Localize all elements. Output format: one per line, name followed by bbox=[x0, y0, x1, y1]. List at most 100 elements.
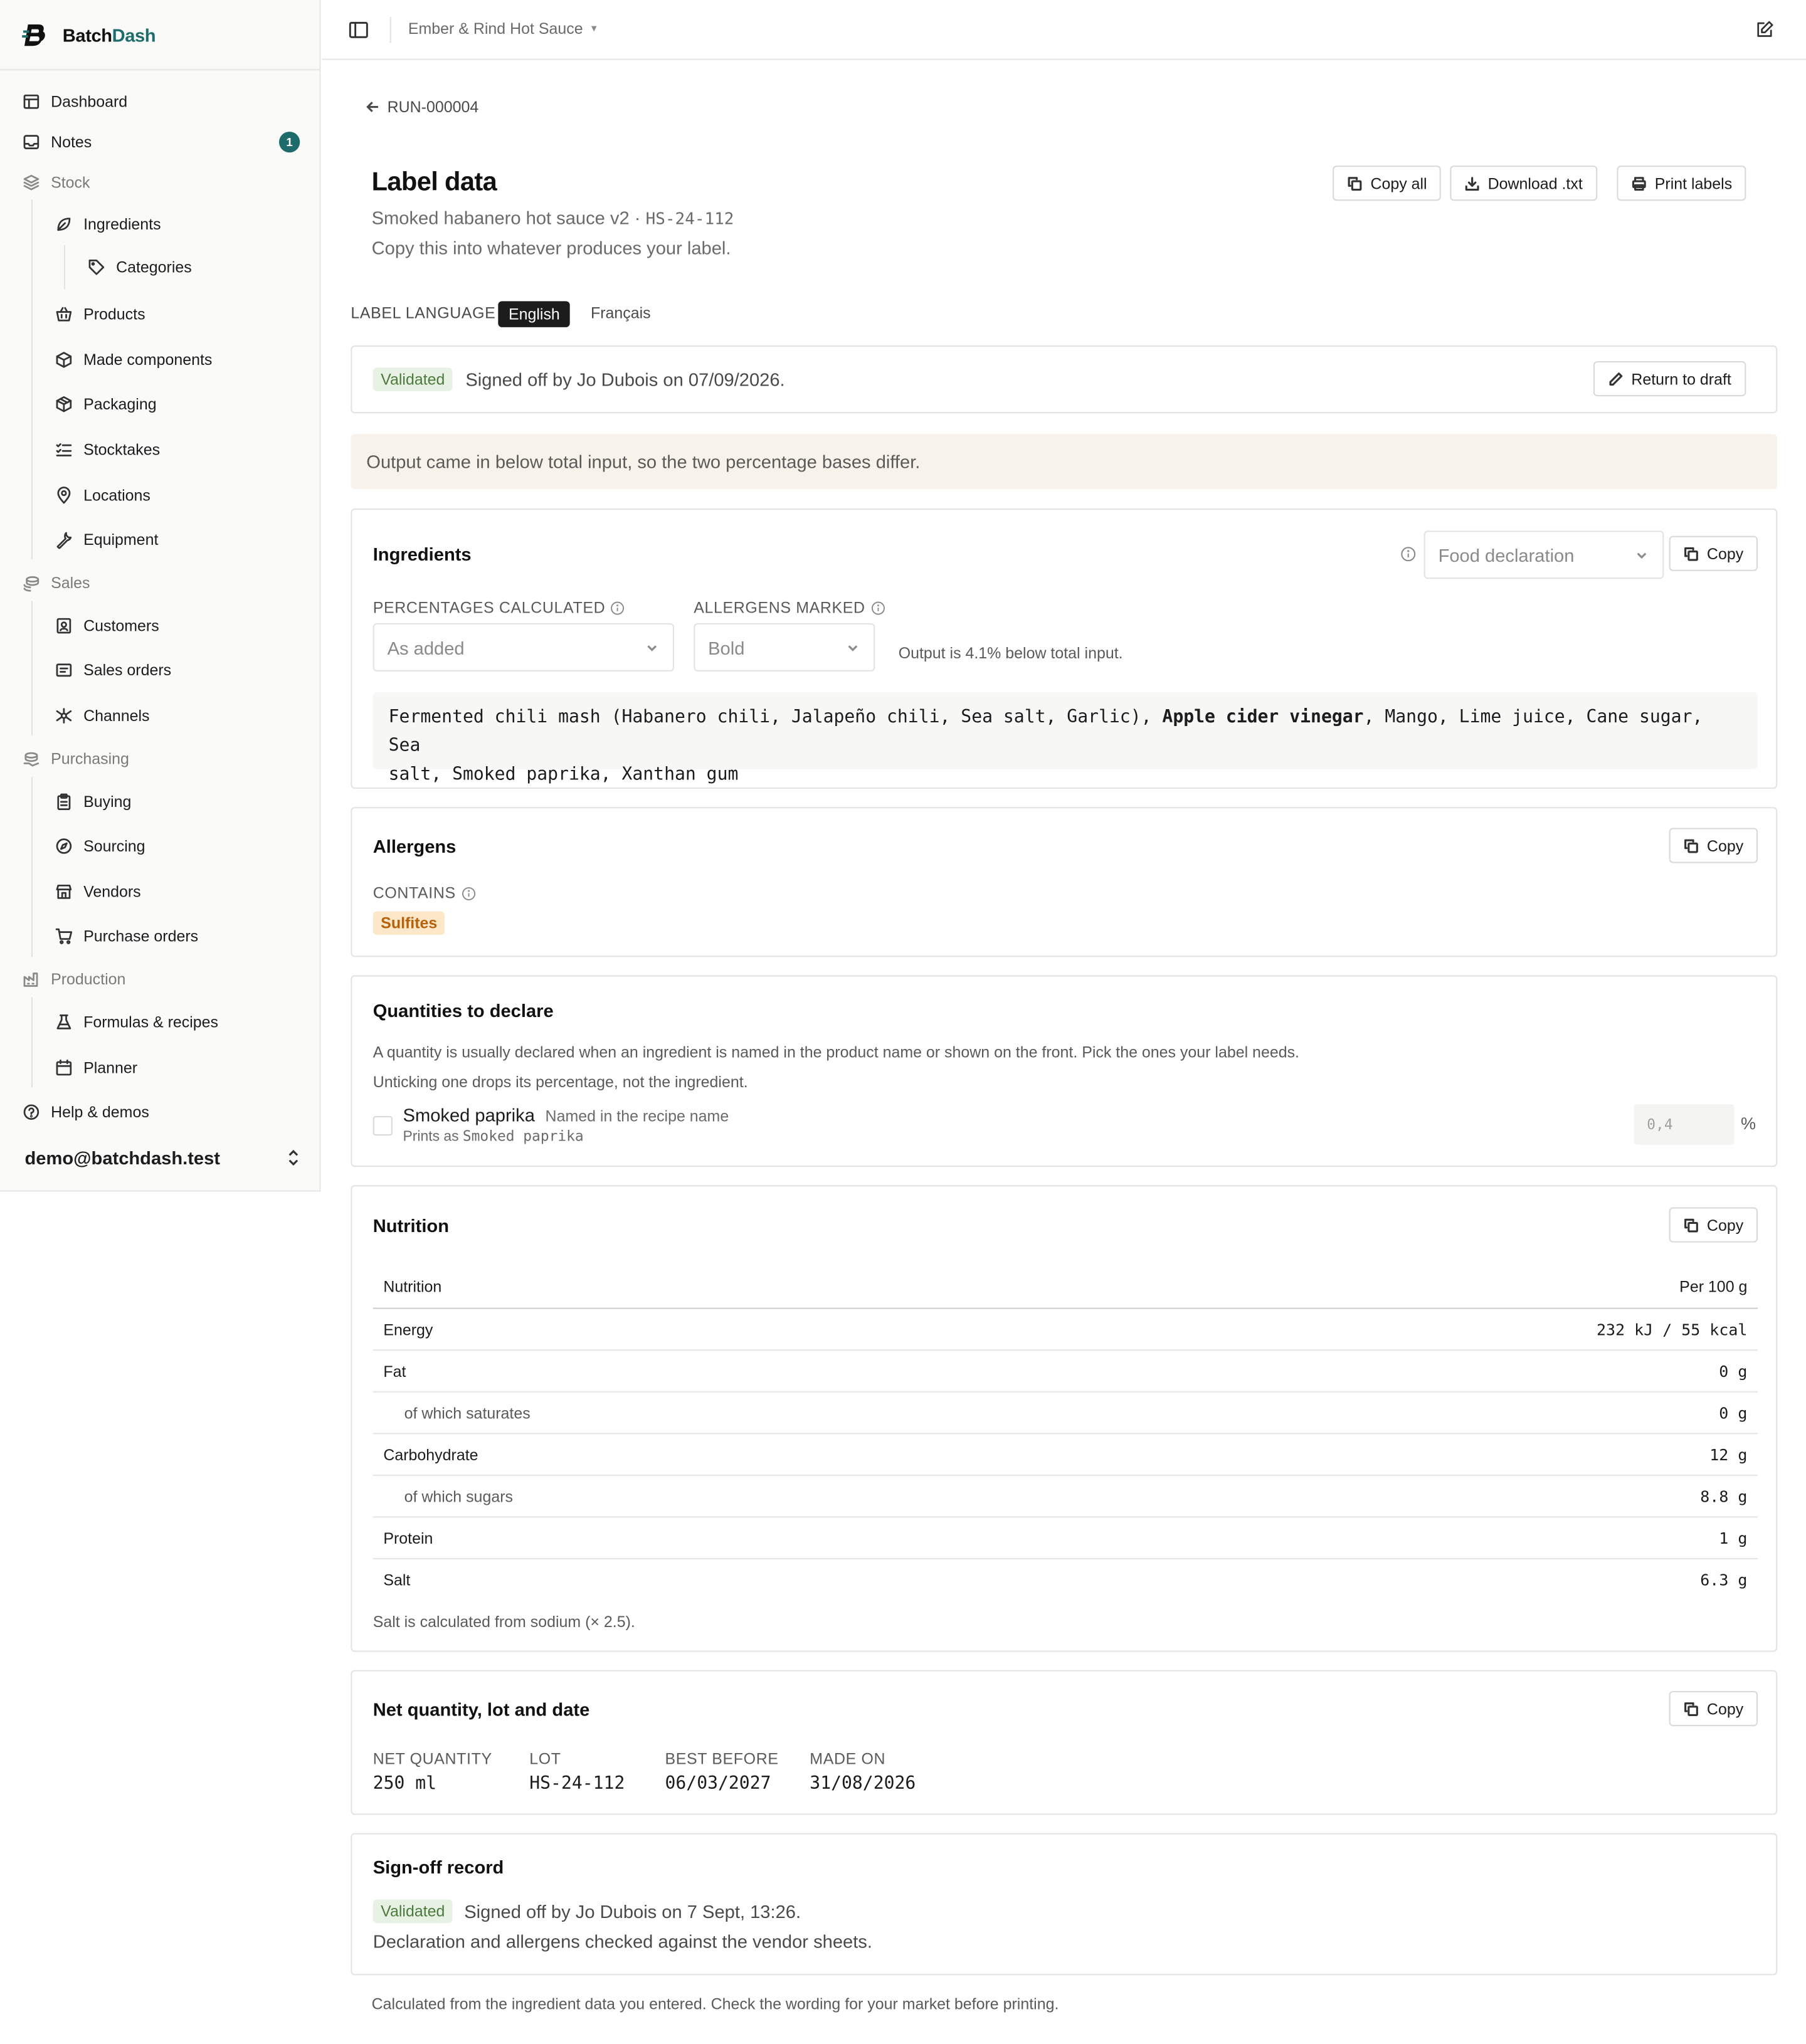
flask-icon bbox=[53, 1012, 73, 1031]
info-icon[interactable] bbox=[461, 886, 475, 900]
info-icon[interactable] bbox=[870, 601, 885, 615]
sidebar-item-packaging[interactable]: Packaging bbox=[53, 394, 157, 413]
back-link[interactable]: RUN-000004 bbox=[365, 98, 478, 116]
allergens-marked-label: ALLERGENS MARKED bbox=[694, 598, 885, 617]
sidebar-item-sales-orders[interactable]: Sales orders bbox=[53, 660, 171, 679]
download-txt-button[interactable]: Download .txt bbox=[1450, 166, 1597, 201]
footer-note: Calculated from the ingredient data you … bbox=[371, 1994, 1059, 2013]
edit-note-icon[interactable] bbox=[1755, 19, 1775, 39]
allergens-card: Allergens Copy CONTAINS Sulfites bbox=[351, 807, 1778, 957]
made-on-label: MADE ON bbox=[810, 1749, 886, 1768]
sidebar-item-equipment[interactable]: Equipment bbox=[53, 529, 158, 549]
quantities-description: A quantity is usually declared when an i… bbox=[372, 1043, 1299, 1062]
copy-net-quantity-button[interactable]: Copy bbox=[1669, 1690, 1758, 1727]
wrench-icon bbox=[53, 529, 73, 549]
hand-coins-icon bbox=[21, 749, 40, 768]
sidebar-item-label: Vendors bbox=[83, 882, 141, 900]
sidebar-item-label: Channels bbox=[83, 705, 150, 725]
nav-guide-production bbox=[31, 997, 33, 1088]
sidebar-item-label: Sales orders bbox=[83, 660, 172, 679]
smoked-paprika-checkbox[interactable] bbox=[372, 1115, 393, 1136]
leaf-icon bbox=[53, 214, 73, 233]
copy-all-button[interactable]: Copy all bbox=[1333, 166, 1442, 201]
net-quantity-value: 250 ml bbox=[372, 1773, 437, 1794]
basket-icon bbox=[53, 304, 73, 324]
signoff-record-title: Sign-off record bbox=[372, 1857, 504, 1878]
sidebar-item-vendors[interactable]: Vendors bbox=[53, 882, 141, 901]
copy-nutrition-button[interactable]: Copy bbox=[1669, 1207, 1758, 1243]
quantity-prints-as: Prints as Smoked paprika bbox=[403, 1127, 584, 1145]
printer-icon bbox=[1632, 176, 1646, 191]
nav-guide-sales bbox=[31, 601, 33, 735]
ingredients-card: Ingredients Food declaration Copy PERCEN… bbox=[351, 508, 1778, 789]
declaration-type-select[interactable]: Food declaration bbox=[1423, 530, 1664, 579]
sidebar-group-production[interactable]: Production bbox=[21, 969, 125, 988]
sidebar-item-channels[interactable]: Channels bbox=[53, 705, 150, 725]
sidebar-item-made-components[interactable]: Made components bbox=[53, 349, 212, 369]
copy-allergens-button[interactable]: Copy bbox=[1669, 828, 1758, 863]
best-before-value: 06/03/2027 bbox=[665, 1773, 771, 1794]
sidebar-item-label: Categories bbox=[116, 257, 192, 276]
sidebar-group-sales[interactable]: Sales bbox=[21, 572, 90, 592]
caret-down-icon: ▼ bbox=[589, 24, 599, 34]
sidebar-item-planner[interactable]: Planner bbox=[53, 1057, 137, 1077]
sidebar-item-buying[interactable]: Buying bbox=[53, 791, 131, 811]
nutrition-row: Protein 1 g bbox=[372, 1516, 1758, 1558]
notes-count-badge: 1 bbox=[278, 132, 300, 153]
lot-label: LOT bbox=[529, 1749, 561, 1768]
sidebar-item-help-demos[interactable]: Help & demos bbox=[21, 1102, 149, 1121]
sidebar-item-stocktakes[interactable]: Stocktakes bbox=[53, 440, 160, 459]
sidebar-item-purchase-orders[interactable]: Purchase orders bbox=[53, 925, 198, 945]
nutrition-row: Energy 232 kJ / 55 kcal bbox=[372, 1307, 1758, 1350]
sidebar-item-formulas-recipes[interactable]: Formulas & recipes bbox=[53, 1012, 218, 1031]
user-account-switcher[interactable]: demo@batchdash.test bbox=[25, 1147, 302, 1168]
layout-icon bbox=[21, 92, 40, 111]
sidebar-item-products[interactable]: Products bbox=[53, 304, 145, 324]
sidebar-group-stock[interactable]: Stock bbox=[21, 172, 90, 191]
return-to-draft-button[interactable]: Return to draft bbox=[1593, 361, 1746, 397]
signoff-status-text: Signed off by Jo Dubois on 07/09/2026. bbox=[465, 369, 785, 390]
sidebar-item-sourcing[interactable]: Sourcing bbox=[53, 836, 145, 855]
sidebar-item-label: Buying bbox=[83, 792, 132, 811]
copy-icon bbox=[1684, 1702, 1698, 1715]
allergens-marked-select[interactable]: Bold bbox=[694, 623, 875, 672]
copy-icon bbox=[1684, 546, 1698, 561]
checklist-icon bbox=[53, 440, 73, 459]
workspace-name: Ember & Rind Hot Sauce bbox=[408, 19, 583, 38]
sidebar-group-label: Production bbox=[51, 969, 126, 988]
language-option-english[interactable]: English bbox=[498, 301, 571, 327]
inbox-icon bbox=[21, 132, 40, 151]
nutrition-card: Nutrition Copy Nutrition Per 100 g Energ… bbox=[351, 1185, 1778, 1652]
ingredients-declaration-text: Fermented chili mash (Habanero chili, Ja… bbox=[372, 692, 1758, 785]
copy-ingredients-button[interactable]: Copy bbox=[1669, 535, 1758, 571]
info-icon[interactable] bbox=[611, 601, 625, 615]
chevron-down-icon bbox=[647, 645, 657, 651]
percentages-calculated-select[interactable]: As added bbox=[372, 623, 675, 672]
sidebar-item-categories[interactable]: Categories bbox=[86, 257, 192, 277]
sidebar-item-dashboard[interactable]: Dashboard bbox=[21, 92, 127, 111]
signoff-record-card: Sign-off record Validated Signed off by … bbox=[351, 1833, 1778, 1976]
workspace-switcher[interactable]: Ember & Rind Hot Sauce ▼ bbox=[408, 19, 599, 38]
sidebar-item-notes[interactable]: Notes bbox=[21, 132, 92, 151]
map-pin-icon bbox=[53, 485, 73, 505]
brand[interactable]: BatchDash bbox=[0, 0, 320, 71]
print-labels-button[interactable]: Print labels bbox=[1617, 166, 1747, 201]
language-option-french[interactable]: Français bbox=[591, 304, 651, 322]
quantities-card: Quantities to declare A quantity is usua… bbox=[351, 975, 1778, 1167]
info-icon[interactable] bbox=[1400, 546, 1416, 562]
sidebar-item-label: Customers bbox=[83, 616, 159, 635]
sidebar-item-label: Equipment bbox=[83, 530, 159, 549]
sidebar-item-label: Notes bbox=[51, 132, 92, 151]
quantity-percent-input[interactable]: 0,4 bbox=[1634, 1104, 1735, 1145]
topbar-divider bbox=[389, 17, 391, 43]
sidebar-toggle-icon[interactable] bbox=[348, 19, 369, 40]
quantity-item-name: Smoked paprika bbox=[403, 1104, 535, 1125]
sidebar-item-ingredients[interactable]: Ingredients bbox=[53, 214, 161, 233]
sidebar-item-label: Dashboard bbox=[51, 92, 128, 110]
package-icon bbox=[53, 394, 73, 413]
quantity-item: Smoked paprika Named in the recipe name bbox=[403, 1104, 729, 1125]
sidebar-item-label: Help & demos bbox=[51, 1102, 149, 1121]
sidebar-group-purchasing[interactable]: Purchasing bbox=[21, 749, 129, 768]
sidebar-item-customers[interactable]: Customers bbox=[53, 615, 159, 635]
sidebar-item-locations[interactable]: Locations bbox=[53, 485, 150, 505]
